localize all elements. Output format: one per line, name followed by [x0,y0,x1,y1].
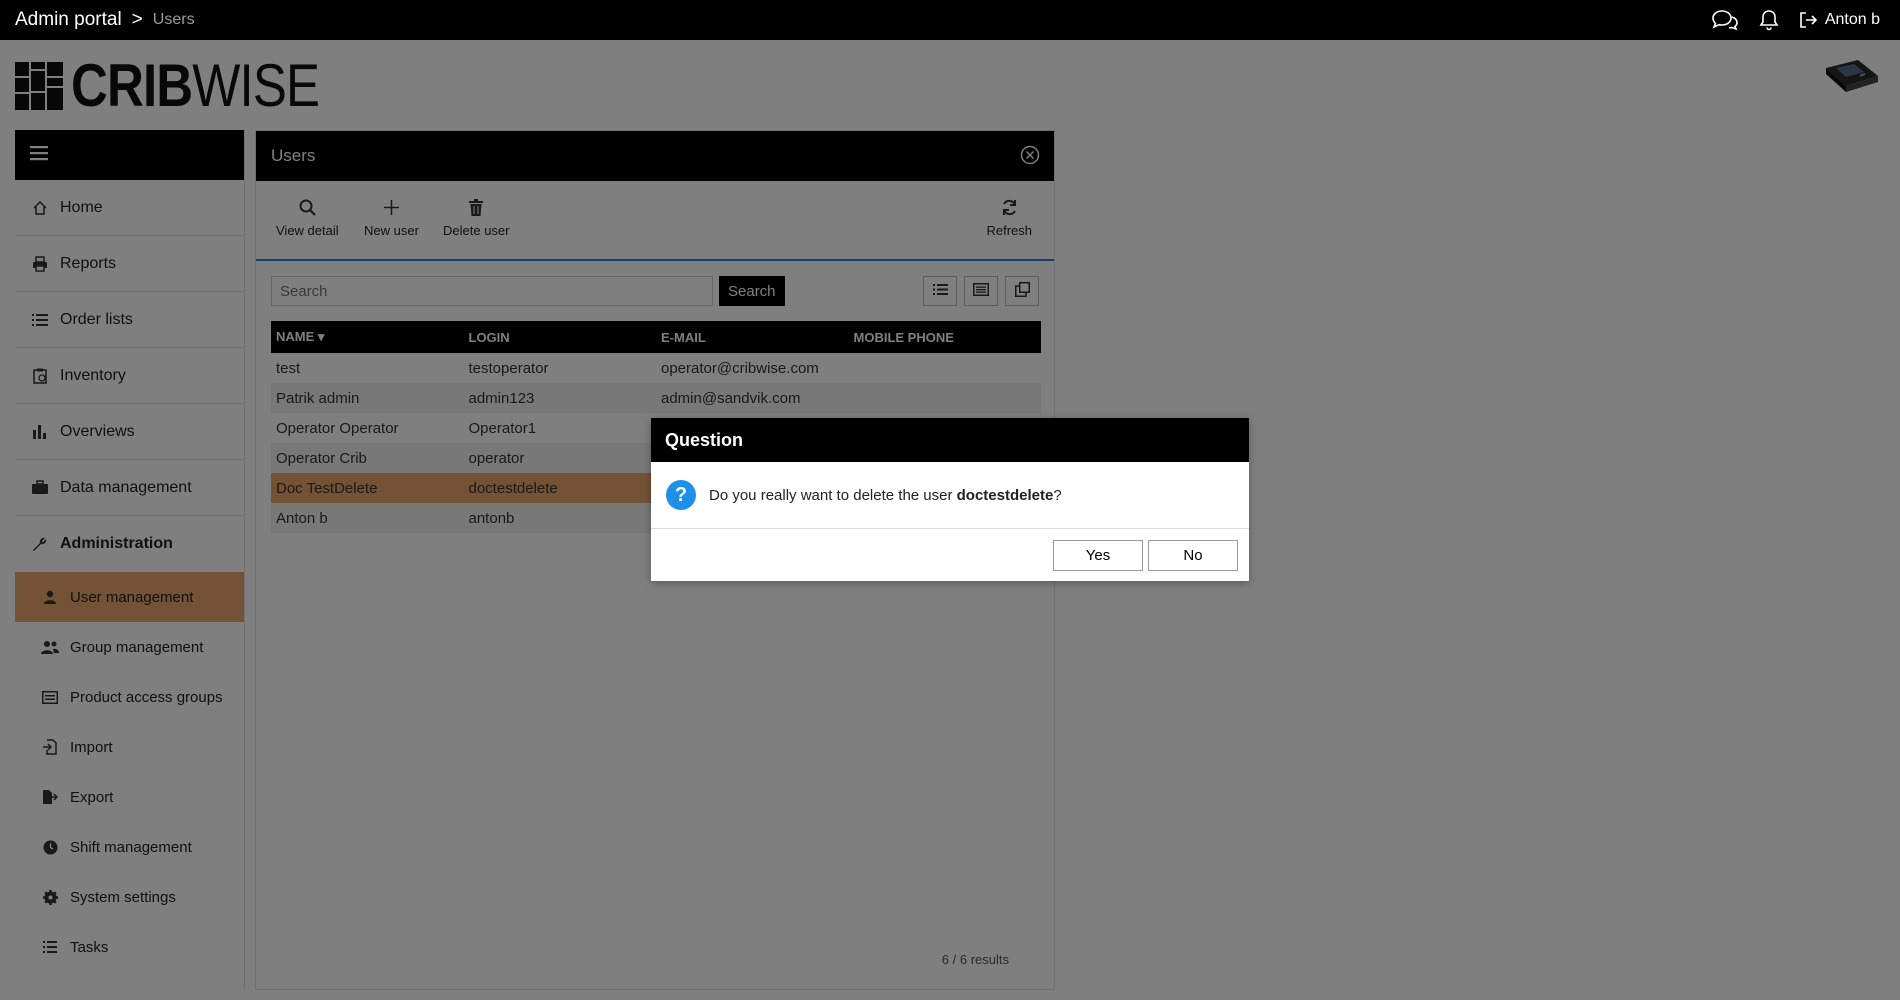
breadcrumb: Admin portal > Users [15,0,195,40]
dialog-message-prefix: Do you really want to delete the user [709,486,957,504]
dialog-message: Do you really want to delete the user do… [709,487,1062,504]
dialog-message-suffix: ? [1053,486,1062,504]
confirm-delete-dialog: Question ? Do you really want to delete … [651,418,1249,581]
no-button[interactable]: No [1148,540,1238,571]
breadcrumb-current: Users [152,11,195,28]
breadcrumb-separator: > [131,9,143,30]
current-user-name[interactable]: Anton b [1825,11,1880,29]
dialog-body: ? Do you really want to delete the user … [651,462,1249,529]
yes-button[interactable]: Yes [1053,540,1143,571]
chat-icon[interactable] [1711,9,1739,31]
dialog-title: Question [651,418,1249,462]
dialog-message-user: doctestdelete [956,486,1054,504]
dialog-footer: Yes No [651,529,1249,581]
breadcrumb-admin-portal[interactable]: Admin portal [15,9,122,31]
question-icon: ? [666,480,696,510]
bell-icon[interactable] [1759,9,1779,31]
top-bar: Admin portal > Users Anton b [0,0,1900,40]
logout-icon[interactable] [1799,11,1817,29]
